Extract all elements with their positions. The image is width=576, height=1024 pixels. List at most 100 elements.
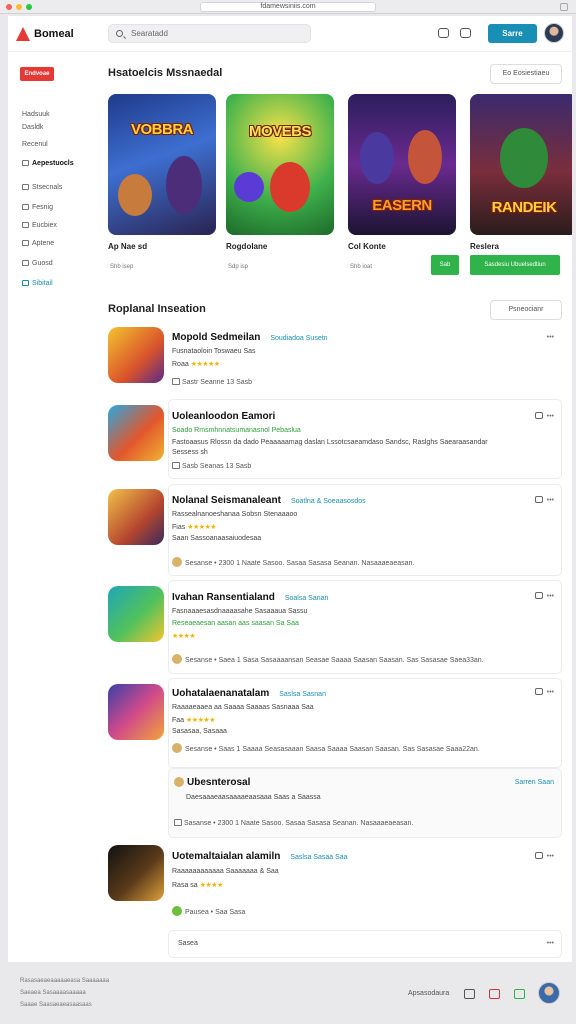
character-art xyxy=(500,128,548,188)
more-options-icon[interactable]: ••• xyxy=(534,496,554,504)
footer-line: Saaae Saasaeaeasaasaas xyxy=(20,1002,92,1008)
sidebar-item-9[interactable]: Sibitail xyxy=(22,278,53,290)
notification-icon[interactable] xyxy=(460,28,471,38)
sidebar-item-label: Dasldk xyxy=(22,124,44,131)
sidebar-item-3[interactable]: Aepestuocls xyxy=(22,158,74,170)
sidebar-badge[interactable]: Endvoae xyxy=(20,67,54,81)
row-title-text: Mopold Sedmeilan xyxy=(172,332,261,343)
more-options-icon[interactable]: ••• xyxy=(547,940,554,947)
game-icon[interactable] xyxy=(108,586,164,642)
featured-title: Hsatoelcis Mssnaedal xyxy=(108,67,223,79)
game-icon[interactable] xyxy=(108,845,164,901)
row-rating: Roaa ★★★★★ xyxy=(172,360,220,368)
footer-line: Rasasaeaeaaaaaeasa Saaaaaaa xyxy=(20,978,110,984)
sidebar-item-2[interactable]: Recenul xyxy=(22,139,48,151)
address-bar[interactable]: fdamewsiniis.com xyxy=(200,2,376,12)
sidebar-item-0[interactable]: Hadsuuk xyxy=(22,109,50,121)
sidebar-item-label: Aptene xyxy=(32,240,55,247)
row-title[interactable]: Ivahan Ransentialand Soalsa Sanan xyxy=(172,592,328,603)
sidebar-item-8[interactable]: Guosd xyxy=(22,258,53,270)
sidebar-item-label: Sibitail xyxy=(32,280,53,287)
logo-mark-icon xyxy=(16,27,30,41)
star-rating: ★★★★★ xyxy=(187,524,217,531)
footer: Rasasaeaeaaaaaeasa Saaaaaaa Saeaea Sasaa… xyxy=(0,964,576,1024)
more-options-icon[interactable]: ••• xyxy=(534,852,554,860)
star-rating: ★★★★★ xyxy=(190,361,220,368)
game-icon[interactable] xyxy=(108,684,164,740)
featured-card[interactable]: VOBBRA Ap Nae sd Shb isep xyxy=(108,94,216,279)
star-rating: ★★★★ xyxy=(199,882,224,889)
maximize-window-button[interactable] xyxy=(26,4,32,10)
sub-card-action[interactable]: Sarren Saan xyxy=(515,779,554,786)
game-art: VOBBRA xyxy=(108,94,216,235)
row-actions[interactable]: Sesanse • Saea 1 Sasa Sasaaaansan Seasae… xyxy=(172,654,484,664)
sub-card-actions[interactable]: Sasanse • 2300 1 Naate Sasoo. Sasaa Sasa… xyxy=(174,819,413,827)
row-actions-text: Sesanse • Saas 1 Saaaa Seasasaaan Saasa … xyxy=(185,746,480,753)
browser-chrome: fdamewsiniis.com xyxy=(0,0,576,14)
sub-card-actions-text: Sasanse • 2300 1 Naate Sasoo. Sasaa Sasa… xyxy=(184,820,414,827)
more-options-icon[interactable]: ••• xyxy=(534,412,554,420)
close-window-button[interactable] xyxy=(6,4,12,10)
more-options-icon[interactable]: ••• xyxy=(534,688,554,696)
share-icon[interactable] xyxy=(560,3,568,11)
row-title-text: Nolanal Seismanaleant xyxy=(172,495,281,506)
row-actions[interactable]: Pausea • Saa Sasa xyxy=(172,906,245,916)
load-more-bar[interactable] xyxy=(168,930,562,958)
row-details: Reseaeaesan aasan aas saasan Sa Saa xyxy=(172,620,299,627)
game-icon[interactable] xyxy=(108,327,164,383)
footer-label[interactable]: Apsasodaura xyxy=(408,990,449,997)
sidebar-item-4[interactable]: Stsecnals xyxy=(22,182,62,194)
library-icon[interactable] xyxy=(464,989,475,999)
row-actions[interactable]: Sesanse • 2300 1 Naate Sasoo. Sasaa Sasa… xyxy=(172,557,414,567)
game-art-title: RANDEIK xyxy=(491,199,557,216)
notification-icon[interactable] xyxy=(489,989,500,999)
sidebar-item-1[interactable]: Dasldk xyxy=(22,122,43,134)
row-actions[interactable]: Sesanse • Saas 1 Saaaa Seasasaaan Saasa … xyxy=(172,743,480,753)
top-bar: Bomeal Searatadd Sarre xyxy=(8,16,572,52)
featured-action-button[interactable]: Eo Eosiestiaeu xyxy=(490,64,562,84)
list-icon xyxy=(22,240,29,246)
install-button[interactable]: Sab xyxy=(431,255,459,275)
sidebar-item-6[interactable]: Eucbiex xyxy=(22,220,57,232)
more-options-icon[interactable]: ••• xyxy=(534,592,554,600)
featured-card[interactable]: EASERN Col Konte Shb ioat xyxy=(348,94,456,279)
chat-icon xyxy=(534,412,543,419)
controller-icon[interactable] xyxy=(438,28,449,38)
minimize-window-button[interactable] xyxy=(16,4,22,10)
featured-card[interactable]: MOVEBS Rogdolane Sdp isp xyxy=(226,94,334,279)
row-rating-label: Faa xyxy=(172,717,185,724)
install-button[interactable]: Sasdesiu Ubuelsedtiun xyxy=(470,255,560,275)
character-art xyxy=(360,132,394,184)
game-icon[interactable] xyxy=(108,405,164,461)
search-input[interactable]: Searatadd xyxy=(108,24,311,43)
row-title[interactable]: Uoleanloodon Eamori xyxy=(172,411,275,422)
game-art-title: MOVEBS xyxy=(248,123,312,140)
download-icon[interactable] xyxy=(514,989,525,999)
primary-action-button[interactable]: Sarre xyxy=(488,24,537,43)
logo-text: Bomeal xyxy=(34,28,74,40)
game-icon[interactable] xyxy=(108,489,164,545)
row-actions[interactable]: Sastr Seanne 13 Sasb xyxy=(172,378,252,386)
avatar[interactable] xyxy=(544,23,564,43)
row-title[interactable]: Uotemaltaialan alamiln Saslsa Sasaa Saa xyxy=(172,851,348,862)
sidebar-item-5[interactable]: Fesnig xyxy=(22,202,53,214)
row-actions[interactable]: Sasb Seanas 13 Sasb xyxy=(172,462,251,470)
row-rating: Faa ★★★★★ xyxy=(172,716,215,724)
footer-line: Saeaea Sasaaaasaaaaa xyxy=(20,990,86,996)
row-description: Rassealnanoeshanaa Sobsn Stenaaaoo xyxy=(172,511,298,518)
character-art xyxy=(270,162,310,212)
row-title-text: Uohatalaenanatalam xyxy=(172,688,270,699)
character-art xyxy=(234,172,264,202)
featured-card[interactable]: RANDEIK Reslera xyxy=(470,94,572,279)
row-title[interactable]: Uohatalaenanatalam Saslsa Sasnan xyxy=(172,688,326,699)
list-action-button[interactable]: Psneocianr xyxy=(490,300,562,320)
sidebar-item-7[interactable]: Aptene xyxy=(22,238,54,250)
row-title[interactable]: Nolanal Seismanaleant Soatlna & Soeaasosd… xyxy=(172,495,366,506)
calendar-icon xyxy=(172,378,180,385)
row-title[interactable]: Mopold Sedmeilan Soudiadoa Susetn xyxy=(172,332,328,343)
play-icon xyxy=(172,906,182,916)
avatar[interactable] xyxy=(538,982,560,1004)
sub-card-line: Daesaaaeaasaaaaeaasaaa Saas a Saassa xyxy=(186,794,321,801)
more-options-icon[interactable]: ••• xyxy=(547,334,554,341)
logo[interactable]: Bomeal xyxy=(16,26,76,42)
